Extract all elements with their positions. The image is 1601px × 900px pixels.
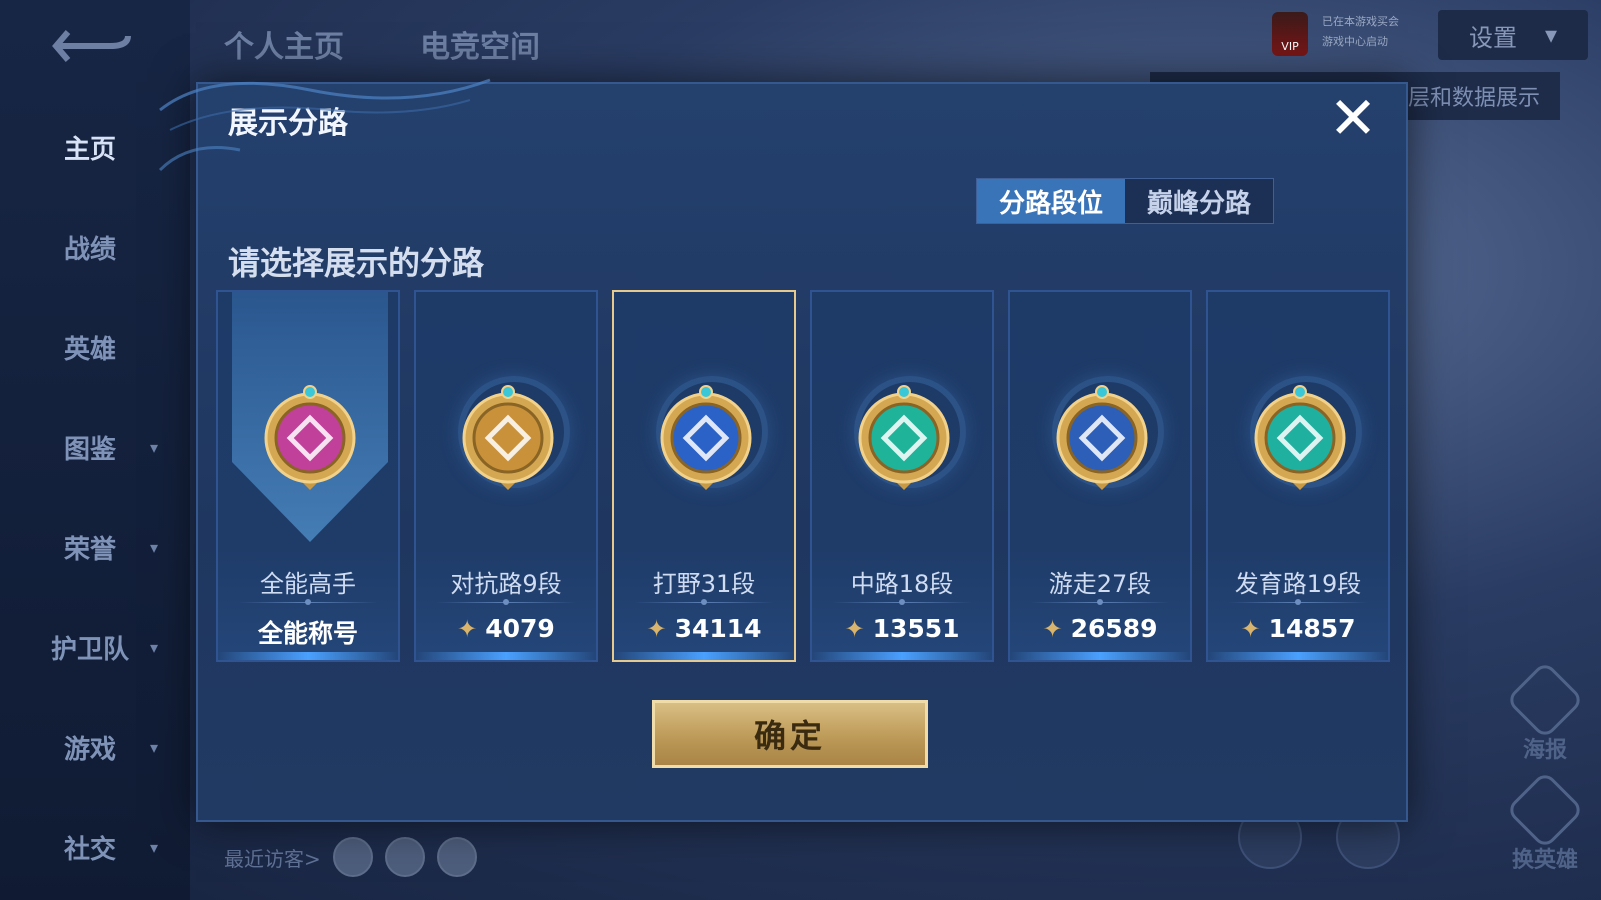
settings-button[interactable]: 设置 ▾: [1438, 10, 1588, 60]
divider: [238, 599, 378, 605]
chevron-down-icon: ▾: [150, 637, 159, 657]
poster-button[interactable]: 海报: [1505, 660, 1585, 764]
confirm-button[interactable]: 确定: [652, 700, 928, 768]
star-point-icon: ✦: [844, 614, 865, 643]
star-point-icon: ✦: [457, 614, 478, 643]
lane-score: ✦ 14857: [1208, 614, 1388, 643]
card-glow: [812, 652, 992, 660]
sidebar-item[interactable]: 战绩: [40, 222, 180, 272]
change-hero-icon: [1505, 770, 1585, 850]
vip-text-line: 游戏中心启动: [1322, 35, 1388, 48]
chevron-down-icon: ▾: [150, 437, 159, 457]
sidebar-item[interactable]: 游戏 ▾: [40, 722, 180, 772]
lane-name: 全能高手: [260, 570, 356, 598]
jungle-emblem-icon: [660, 385, 752, 490]
lane-score-value: 4079: [485, 614, 555, 643]
card-glow: [218, 652, 398, 660]
sidebar-item[interactable]: 英雄: [40, 322, 180, 372]
avatar[interactable]: [436, 837, 477, 877]
close-icon[interactable]: ✕: [1328, 89, 1378, 147]
sidebar-item-label: 图鉴: [63, 434, 116, 465]
lane-card[interactable]: 全能高手 全能称号: [216, 290, 400, 662]
lane-score-value: 全能称号: [257, 619, 358, 648]
card-glow: [1010, 652, 1190, 660]
avatar[interactable]: [332, 837, 373, 877]
divider: [634, 599, 774, 605]
decorative-swirl: [158, 78, 491, 172]
lane-score: ✦ 4079: [416, 614, 596, 643]
sidebar-item-label: 英雄: [63, 334, 116, 365]
card-glow: [1208, 652, 1388, 660]
lane-name: 游走27段: [1048, 570, 1152, 598]
vip-badge[interactable]: VIP: [1272, 12, 1308, 56]
sidebar-item-label: 战绩: [63, 234, 116, 265]
sidebar-item-label: 社交: [63, 834, 116, 865]
change-hero-label: 换英雄: [1511, 848, 1578, 873]
divider: [436, 599, 576, 605]
farm-lane-emblem-icon: [1254, 385, 1346, 490]
lane-score: ✦ 13551: [812, 614, 992, 643]
select-prompt: 请选择展示的分路: [228, 244, 485, 282]
chevron-down-icon: ▾: [150, 537, 159, 557]
sidebar-item[interactable]: 荣誉 ▾: [40, 522, 180, 572]
sidebar-item[interactable]: 社交 ▾: [40, 822, 180, 872]
mid-lane-emblem-icon: [858, 385, 950, 490]
vip-text: 已在本游戏买会 游戏中心启动: [1322, 12, 1408, 52]
lane-name: 打野31段: [652, 570, 756, 598]
lane-score-value: 14857: [1268, 614, 1356, 643]
chevron-down-icon: ▾: [1544, 21, 1558, 49]
lane-name: 中路18段: [850, 570, 954, 598]
avatar[interactable]: [384, 837, 425, 877]
lane-score-value: 13551: [872, 614, 960, 643]
lane-card-list: 全能高手 全能称号 对抗路9段 ✦ 4079 打野31段 ✦ 34114 中路18段 ✦ 13551…: [216, 290, 1390, 662]
recent-visitors-label: 最近访客>: [224, 846, 321, 871]
chevron-down-icon: ▾: [150, 737, 159, 757]
recent-visitors[interactable]: 最近访客>: [224, 837, 477, 877]
divider: [832, 599, 972, 605]
lane-name: 发育路19段: [1234, 570, 1362, 598]
sidebar-item[interactable]: 护卫队 ▾: [40, 622, 180, 672]
lane-card[interactable]: 中路18段 ✦ 13551: [810, 290, 994, 662]
lane-score-value: 34114: [674, 614, 762, 643]
lane-score: 全能称号: [218, 614, 398, 650]
tab-lane-rank[interactable]: 分路段位: [977, 179, 1125, 223]
star-point-icon: ✦: [1240, 614, 1261, 643]
lane-score: ✦ 34114: [614, 614, 794, 643]
chevron-down-icon: ▾: [150, 837, 159, 857]
lane-card[interactable]: 对抗路9段 ✦ 4079: [414, 290, 598, 662]
change-hero-button[interactable]: 换英雄: [1505, 770, 1585, 874]
roam-emblem-icon: [1056, 385, 1148, 490]
sidebar-item-label: 游戏: [63, 734, 116, 765]
sidebar-item-label: 荣誉: [63, 534, 116, 565]
tab-profile[interactable]: 个人主页: [224, 22, 344, 66]
lane-card[interactable]: 游走27段 ✦ 26589: [1008, 290, 1192, 662]
poster-icon: [1505, 660, 1585, 740]
divider: [1030, 599, 1170, 605]
poster-label: 海报: [1522, 738, 1567, 763]
tab-peak-lane[interactable]: 巅峰分路: [1125, 179, 1273, 223]
lane-score-value: 26589: [1070, 614, 1158, 643]
segment-control: 分路段位 巅峰分路: [976, 178, 1274, 224]
lane-name: 对抗路9段: [450, 570, 562, 598]
lane-card[interactable]: 打野31段 ✦ 34114: [612, 290, 796, 662]
settings-label: 设置: [1468, 23, 1517, 52]
star-point-icon: ✦: [1042, 614, 1063, 643]
sidebar-item[interactable]: 图鉴 ▾: [40, 422, 180, 472]
sidebar-item-label: 主页: [63, 134, 116, 165]
clash-lane-emblem-icon: [462, 385, 554, 490]
lane-score: ✦ 26589: [1010, 614, 1190, 643]
vip-text-line: 已在本游戏买会: [1322, 15, 1399, 28]
lane-display-dialog: 展示分路 ✕ 分路段位 巅峰分路 请选择展示的分路 全能高手 全能称号 对抗路9段 ✦…: [196, 82, 1408, 822]
sidebar-item-label: 护卫队: [50, 634, 129, 665]
card-glow: [614, 652, 794, 660]
tab-esports[interactable]: 电竞空间: [420, 22, 540, 66]
lane-card[interactable]: 发育路19段 ✦ 14857: [1206, 290, 1390, 662]
back-arrow-icon[interactable]: [48, 22, 138, 70]
divider: [1228, 599, 1368, 605]
card-glow: [416, 652, 596, 660]
star-point-icon: ✦: [646, 614, 667, 643]
all-round-emblem-icon: [264, 385, 356, 490]
